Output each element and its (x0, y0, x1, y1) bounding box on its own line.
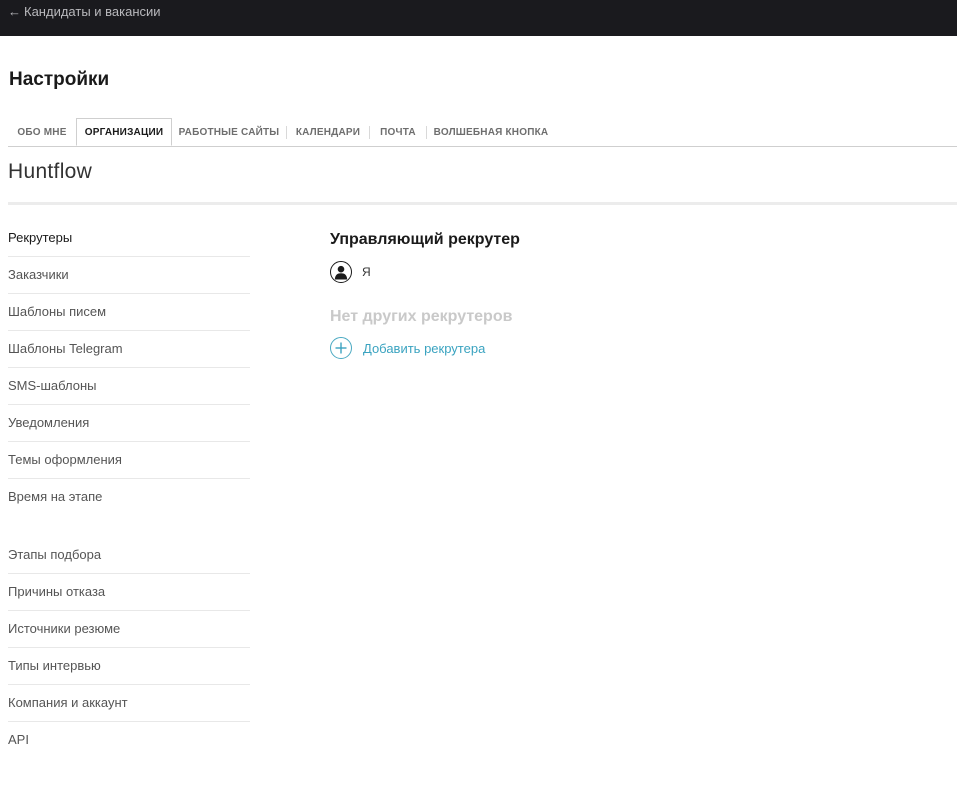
tab-mail[interactable]: Почта (370, 119, 426, 146)
manager-recruiter-name: Я (362, 265, 371, 279)
sidebar-item-sms-templates[interactable]: SMS-шаблоны (8, 368, 250, 405)
sidebar-item-company-account[interactable]: Компания и аккаунт (8, 685, 250, 722)
sidebar-item-api[interactable]: API (8, 722, 250, 758)
add-recruiter-label[interactable]: Добавить рекрутера (363, 341, 485, 356)
top-bar: ← Кандидаты и вакансии (0, 0, 957, 36)
sidebar-item-hiring-stages[interactable]: Этапы подбора (8, 537, 250, 574)
tab-about-me[interactable]: Обо мне (8, 119, 76, 146)
sidebar-item-recruiters[interactable]: Рекрутеры (8, 220, 250, 257)
no-other-recruiters-label: Нет других рекрутеров (330, 308, 513, 325)
recruiters-panel: Управляющий рекрутер Я Нет других рекрут… (330, 229, 930, 360)
tab-calendars[interactable]: Календари (287, 119, 369, 146)
back-link-label: Кандидаты и вакансии (24, 4, 161, 19)
page-title: Настройки (9, 69, 110, 90)
manager-recruiter-row: Я (330, 260, 930, 284)
back-link[interactable]: ← Кандидаты и вакансии (8, 4, 161, 19)
section-title: Управляющий рекрутер (330, 231, 520, 248)
sidebar-item-notifications[interactable]: Уведомления (8, 405, 250, 442)
sidebar-item-clients[interactable]: Заказчики (8, 257, 250, 294)
sidebar-item-interview-types[interactable]: Типы интервью (8, 648, 250, 685)
sidebar-item-rejection-reasons[interactable]: Причины отказа (8, 574, 250, 611)
tab-job-sites[interactable]: Работные сайты (172, 119, 286, 146)
user-avatar-icon (330, 261, 352, 283)
sidebar-item-themes[interactable]: Темы оформления (8, 442, 250, 479)
sidebar-item-resume-sources[interactable]: Источники резюме (8, 611, 250, 648)
back-arrow-icon: ← (8, 4, 21, 19)
settings-tabs: Обо мне Организации Работные сайты Кален… (8, 118, 957, 147)
settings-sidebar: Рекрутеры Заказчики Шаблоны писем Шаблон… (8, 220, 250, 758)
divider (8, 202, 957, 205)
sidebar-item-telegram-templates[interactable]: Шаблоны Telegram (8, 331, 250, 368)
organization-name: Huntflow (8, 160, 93, 183)
sidebar-item-email-templates[interactable]: Шаблоны писем (8, 294, 250, 331)
sidebar-item-stage-time[interactable]: Время на этапе (8, 479, 250, 515)
add-recruiter-button[interactable]: Добавить рекрутера (330, 336, 930, 360)
tab-organizations[interactable]: Организации (76, 118, 172, 146)
plus-circle-icon[interactable] (330, 337, 352, 359)
tab-magic-button[interactable]: Волшебная кнопка (427, 119, 555, 146)
